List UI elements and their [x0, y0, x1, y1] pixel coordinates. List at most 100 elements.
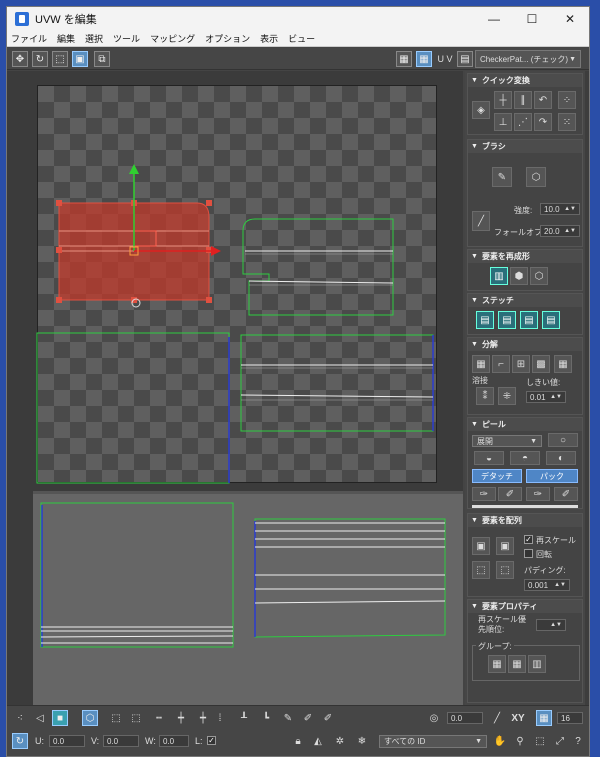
falloff-spinner[interactable]: 20.0 ▲▼ [540, 225, 580, 237]
align-horizontal-icon[interactable]: ┼ [494, 91, 512, 109]
select-element-icon[interactable]: ⬡ [81, 710, 99, 726]
move-icon[interactable]: ✥ [11, 50, 29, 68]
straighten-selection-icon[interactable]: ▥ [490, 267, 508, 285]
menu-view[interactable]: ビュー [288, 32, 315, 45]
menu-options[interactable]: オプション [205, 32, 250, 45]
uv-island-2[interactable] [242, 218, 394, 316]
relax-settings-icon[interactable]: ⬡ [530, 267, 548, 285]
select-group-icon[interactable]: ▥ [528, 655, 546, 673]
pack-custom-icon[interactable]: ▣ [496, 537, 514, 555]
hide-icon[interactable]: ◭ [309, 732, 327, 750]
pelt-icon[interactable]: ◐ [546, 451, 576, 465]
pack-normalize-icon[interactable]: ▣ [472, 537, 490, 555]
mirror-icon[interactable]: ⧉ [93, 50, 111, 68]
menu-file[interactable]: ファイル [11, 32, 47, 45]
uv-island-3[interactable] [36, 332, 230, 484]
uv-viewport[interactable] [7, 71, 463, 705]
unpin-icon[interactable]: ✐ [498, 487, 522, 501]
grid-size-field[interactable]: 16 [557, 712, 583, 724]
uv-island-4[interactable] [240, 334, 434, 432]
spacing-icon[interactable]: ⁙ [558, 113, 576, 131]
u-field[interactable]: 0.0 [49, 735, 85, 747]
uv-axis-label[interactable]: U V [435, 50, 455, 68]
pin-all-icon[interactable]: ✑ [526, 487, 550, 501]
pelt-seam-icon[interactable]: ┸ [235, 710, 253, 726]
menu-edit[interactable]: 編集 [57, 32, 75, 45]
rollout-header[interactable]: ▼ 要素を再成形 [468, 250, 582, 263]
rescale-priority-spinner[interactable]: ▲▼ [536, 619, 566, 631]
pack-button[interactable]: パック [526, 469, 578, 483]
rollout-header[interactable]: ▼ 分解 [468, 338, 582, 351]
v-field[interactable]: 0.0 [103, 735, 139, 747]
zoom-region-icon[interactable]: ⬚ [531, 732, 549, 750]
eyedropper-alt-icon[interactable]: ✐ [319, 710, 337, 726]
select-face-icon[interactable]: ■ [51, 710, 69, 726]
secondary-island-right[interactable] [254, 518, 446, 638]
menu-display[interactable]: 表示 [260, 32, 278, 45]
texture-dropdown[interactable]: CheckerPat... (チェック) ▼ [475, 50, 581, 68]
detach-button[interactable]: デタッチ [472, 469, 522, 483]
flatten-icon[interactable]: ▩ [532, 355, 550, 373]
quick-peel-icon[interactable]: ◒ [474, 451, 504, 465]
explode-icon[interactable]: ⊞ [512, 355, 530, 373]
angle-field[interactable]: 0.0 [447, 712, 483, 724]
paint-select-icon[interactable]: ✎ [279, 710, 297, 726]
xy-axis-toggle[interactable]: XY [507, 710, 529, 726]
stitch-average-icon[interactable]: ▤ [498, 311, 516, 329]
grow-selection-icon[interactable]: ⬚ [107, 710, 125, 726]
pan-icon[interactable]: ✋ [491, 732, 509, 750]
panel-scrollbar[interactable] [585, 71, 589, 705]
weld-selected-icon[interactable]: ⁑ [476, 387, 494, 405]
relax-brush-icon[interactable]: ⬡ [526, 167, 546, 187]
paint-brush-icon[interactable]: ✎ [492, 167, 512, 187]
select-edge-icon[interactable]: ◁ [31, 710, 49, 726]
unpin-all-icon[interactable]: ✐ [554, 487, 578, 501]
shrink-selection-icon[interactable]: ⬚ [127, 710, 145, 726]
rollout-header[interactable]: ▼ ブラシ [468, 140, 582, 153]
stitch-target-icon[interactable]: ▤ [476, 311, 494, 329]
menu-select[interactable]: 選択 [85, 32, 103, 45]
w-field[interactable]: 0.0 [159, 735, 189, 747]
l-checkbox[interactable]: ✓ [207, 736, 216, 745]
rotate-ccw-icon[interactable]: ↶ [534, 91, 552, 109]
close-button[interactable]: ✕ [551, 12, 589, 26]
ungroup-selected-icon[interactable]: ▦ [508, 655, 526, 673]
material-id-dropdown[interactable]: すべての ID ▼ [379, 735, 487, 748]
relax-icon[interactable]: ⬢ [510, 267, 528, 285]
loop-icon[interactable]: ┅ [149, 710, 169, 726]
rollout-header[interactable]: ▼ 要素を配列 [468, 514, 582, 527]
rescale-checkbox[interactable]: ✓ [524, 535, 533, 544]
map-seam-icon[interactable]: ┗ [257, 710, 275, 726]
break-icon[interactable]: ▦ [472, 355, 490, 373]
uv-islands-canvas[interactable] [7, 71, 463, 705]
padding-spinner[interactable]: 0.001 ▲▼ [524, 579, 570, 591]
menu-tools[interactable]: ツール [113, 32, 140, 45]
angle-snap-icon[interactable]: ◎ [425, 710, 443, 726]
rescale-elements-icon[interactable]: ⬚ [472, 561, 490, 579]
zoom-icon[interactable]: ⚲ [511, 732, 529, 750]
minimize-button[interactable]: — [475, 12, 513, 26]
stitch-source-icon[interactable]: ▤ [520, 311, 538, 329]
rotate-icon[interactable]: ↻ [31, 50, 49, 68]
checker-display-icon[interactable]: ▦ [395, 50, 413, 68]
peel-icon[interactable]: ◓ [510, 451, 540, 465]
texture-display-icon[interactable]: ▦ [415, 50, 433, 68]
align-vertical-icon[interactable]: ∥ [514, 91, 532, 109]
help-icon[interactable]: ? [569, 732, 587, 750]
reset-peel-icon[interactable]: ○ [548, 433, 578, 447]
scale-icon[interactable]: ⬚ [51, 50, 69, 68]
eyedropper-icon[interactable]: ✐ [299, 710, 317, 726]
select-vertex-icon[interactable]: ⁖ [11, 710, 29, 726]
align-center-icon[interactable]: ◈ [472, 101, 490, 119]
rollout-header[interactable]: ▼ 要素プロパティ [468, 600, 582, 613]
snowflake-icon[interactable]: ❄ [353, 732, 371, 750]
peel-mode-dropdown[interactable]: 展開 ▼ [472, 435, 542, 447]
straighten-icon[interactable]: ⋰ [514, 113, 532, 131]
freeform-icon[interactable]: ▣ [71, 50, 89, 68]
threshold-spinner[interactable]: 0.01 ▲▼ [526, 391, 566, 403]
pin-icon[interactable]: ✑ [472, 487, 496, 501]
pack-together-icon[interactable]: ⬚ [496, 561, 514, 579]
rollout-header[interactable]: ▼ ステッチ [468, 294, 582, 307]
weld-all-icon[interactable]: ▦ [554, 355, 572, 373]
maximize-button[interactable]: ☐ [513, 12, 551, 26]
